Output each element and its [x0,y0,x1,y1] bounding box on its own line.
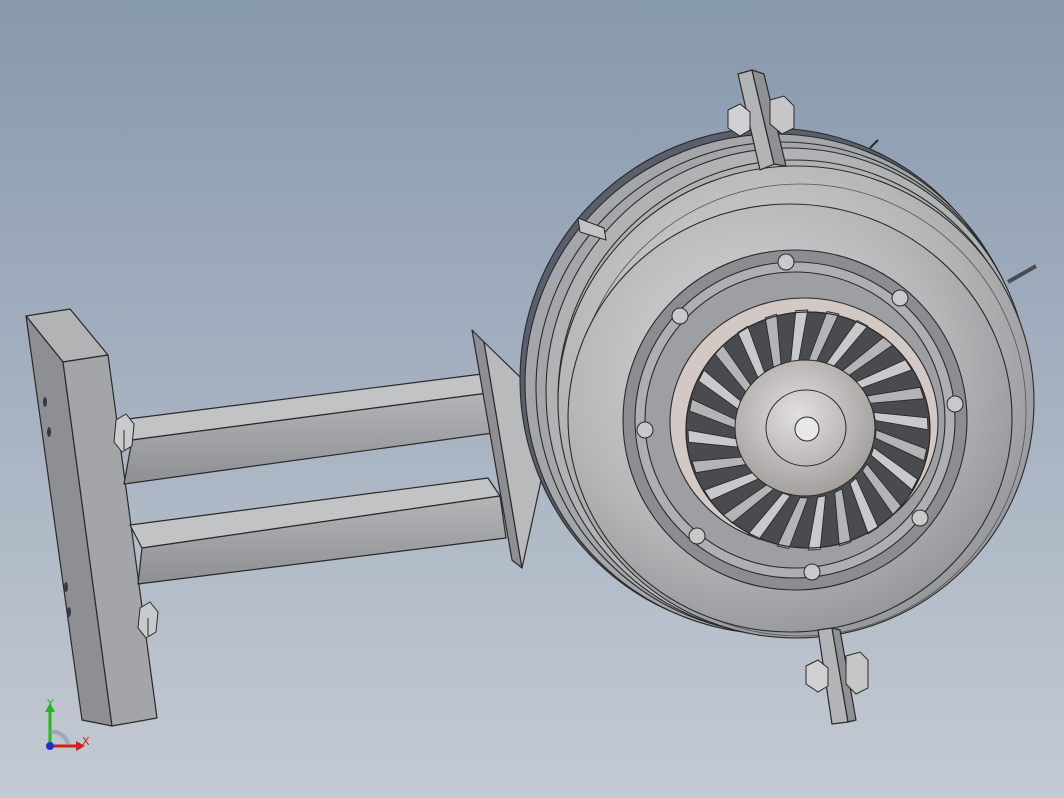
coordinate-triad: Y X [38,698,98,758]
axis-y-label: Y [47,697,54,710]
hex-bolt[interactable] [113,413,135,453]
support-arm[interactable] [119,373,501,485]
turbine-hub[interactable] [734,359,876,497]
cad-model[interactable] [0,0,1064,798]
mounting-plate[interactable] [25,308,158,727]
axis-x-label: X [82,735,90,748]
support-arm[interactable] [129,477,507,585]
graphics-viewport[interactable]: Y X [0,0,1064,798]
